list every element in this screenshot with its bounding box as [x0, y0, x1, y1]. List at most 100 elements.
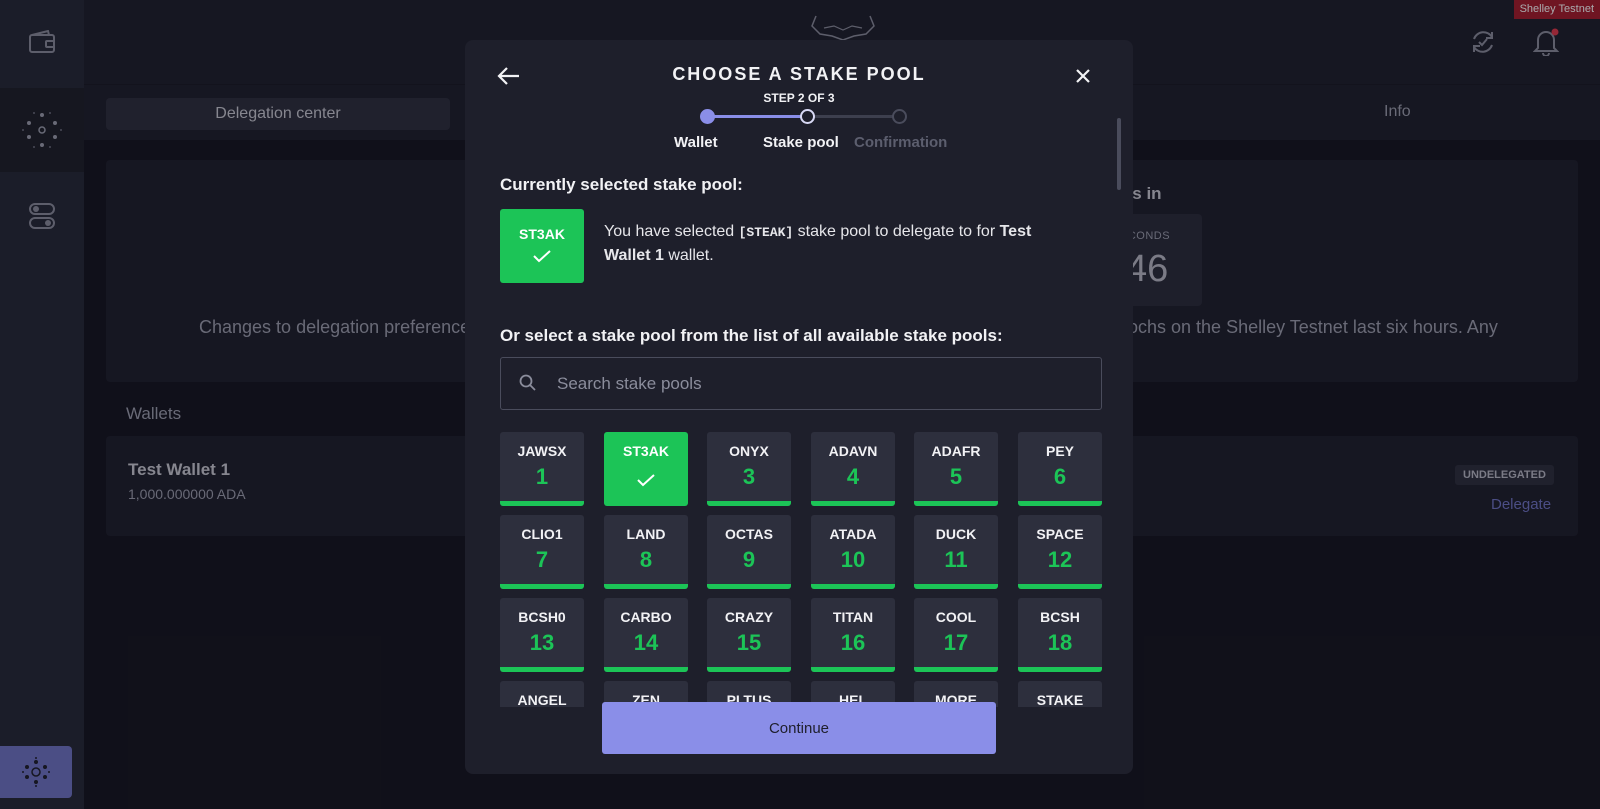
stake-pool-tile[interactable]: BCSH0 13 [500, 598, 584, 672]
pool-ticker: DUCK [935, 526, 977, 542]
pool-rank: 1 [535, 464, 549, 489]
pool-rank: 8 [639, 547, 653, 572]
pool-ticker: CARBO [620, 609, 672, 625]
pool-rank: 12 [1047, 547, 1073, 572]
stake-pool-grid: JAWSX 1 ST3AK ONYX 3 ADAVN 4 ADAFR 5 PEY 6 CLIO1 7 LA… [500, 432, 1102, 707]
stake-pool-tile[interactable]: CRAZY 15 [707, 598, 791, 672]
checkmark-icon [637, 474, 655, 487]
pool-list-label: Or select a stake pool from the list of … [500, 326, 1003, 345]
stake-pool-tile[interactable]: ONYX 3 [707, 432, 791, 506]
pool-ticker: OCTAS [725, 526, 773, 542]
pool-ticker: STAKE [1036, 692, 1084, 707]
step-label-wallet: Wallet [674, 134, 718, 151]
step-dot-wallet [700, 109, 715, 124]
pool-saturation-bar [914, 501, 998, 506]
pool-ticker: ADAFR [931, 443, 981, 459]
pool-saturation-bar [914, 667, 998, 672]
search-input[interactable] [557, 359, 1087, 408]
pool-saturation-bar [1018, 501, 1102, 506]
pool-saturation-bar [1018, 667, 1102, 672]
pool-rank: 15 [736, 630, 762, 655]
stake-pool-tile[interactable]: TITAN 16 [811, 598, 895, 672]
stake-pool-tile[interactable]: CARBO 14 [604, 598, 688, 672]
pool-saturation-bar [707, 501, 791, 506]
pool-ticker: BCSH [1040, 609, 1080, 625]
desc-text: wallet. [663, 247, 714, 264]
stepper-remaining-line [808, 115, 900, 118]
stake-pool-tile[interactable]: STAKE [1018, 681, 1102, 707]
pool-ticker: ONYX [729, 443, 769, 459]
stake-pool-tile[interactable]: DUCK 11 [914, 515, 998, 589]
pool-ticker: LAND [626, 526, 666, 542]
stake-pool-tile[interactable]: ADAFR 5 [914, 432, 998, 506]
pool-saturation-bar [707, 584, 791, 589]
current-pool-description: You have selected [STEAK] stake pool to … [604, 220, 1074, 267]
pool-rank: 9 [742, 547, 756, 572]
pool-saturation-bar [604, 667, 688, 672]
pool-ticker: CLIO1 [521, 526, 563, 542]
pool-saturation-bar [811, 501, 895, 506]
pool-saturation-bar [500, 584, 584, 589]
pool-rank: 3 [742, 464, 756, 489]
stake-pool-tile[interactable]: OCTAS 9 [707, 515, 791, 589]
pool-saturation-bar [914, 584, 998, 589]
step-label-confirmation: Confirmation [854, 134, 948, 151]
step-dot-confirmation [892, 109, 907, 124]
pool-rank: 7 [535, 547, 549, 572]
pool-rank: 18 [1047, 630, 1073, 655]
pool-ticker: PEY [1045, 443, 1074, 459]
dialog-scrollbar[interactable] [1117, 118, 1121, 190]
pool-saturation-bar [604, 584, 688, 589]
pool-saturation-bar [707, 667, 791, 672]
pool-saturation-bar [500, 667, 584, 672]
pool-rank: 13 [529, 630, 555, 655]
pool-ticker: JAWSX [517, 443, 567, 459]
pool-ticker: COOL [935, 609, 977, 625]
pool-ticker: ANGEL [517, 692, 567, 707]
stake-pool-tile[interactable]: BCSH 18 [1018, 598, 1102, 672]
stake-pool-tile[interactable]: ANGEL [500, 681, 584, 707]
continue-button[interactable]: Continue [602, 702, 996, 754]
stepper-progress-line [708, 115, 808, 118]
stake-pool-tile[interactable]: COOL 17 [914, 598, 998, 672]
close-button[interactable] [1069, 62, 1097, 90]
pool-rank: 14 [633, 630, 659, 655]
step-label-stake-pool: Stake pool [763, 134, 839, 151]
pool-ticker: ATADA [829, 526, 877, 542]
current-pool-ticker: ST3AK [519, 226, 565, 242]
pool-rank: 16 [840, 630, 866, 655]
checkmark-icon [533, 250, 551, 263]
search-box [500, 357, 1102, 410]
stake-pool-tile[interactable]: ST3AK [604, 432, 688, 506]
pool-ticker: CRAZY [724, 609, 774, 625]
stake-pool-tile[interactable]: PEY 6 [1018, 432, 1102, 506]
desc-ticker: [STEAK] [738, 225, 794, 240]
desc-text: You have selected [604, 223, 739, 240]
stake-pool-tile[interactable]: ATADA 10 [811, 515, 895, 589]
pool-saturation-bar [811, 667, 895, 672]
dialog-title: CHOOSE A STAKE POOL [672, 64, 926, 84]
pool-rank: 10 [840, 547, 866, 572]
stake-pool-tile[interactable]: CLIO1 7 [500, 515, 584, 589]
desc-text: stake pool to delegate to for [793, 223, 1000, 240]
pool-ticker: SPACE [1036, 526, 1084, 542]
pool-ticker: ADAVN [828, 443, 878, 459]
pool-ticker: ST3AK [623, 443, 669, 459]
stepper [700, 107, 907, 127]
pool-rank: 6 [1053, 464, 1067, 489]
step-dot-stake-pool [800, 109, 815, 124]
search-icon [519, 374, 536, 391]
pool-ticker: TITAN [832, 609, 874, 625]
current-pool-tile: ST3AK [500, 209, 584, 283]
stake-pool-tile[interactable]: SPACE 12 [1018, 515, 1102, 589]
pool-rank: 5 [949, 464, 963, 489]
step-indicator-text: STEP 2 OF 3 [763, 91, 835, 105]
pool-rank: 4 [846, 464, 860, 489]
stake-pool-tile[interactable]: JAWSX 1 [500, 432, 584, 506]
stake-pool-tile[interactable]: ADAVN 4 [811, 432, 895, 506]
close-icon [1076, 69, 1090, 83]
pool-saturation-bar [500, 501, 584, 506]
pool-rank: 11 [944, 547, 968, 572]
stake-pool-tile[interactable]: LAND 8 [604, 515, 688, 589]
pool-rank: 17 [943, 630, 969, 655]
